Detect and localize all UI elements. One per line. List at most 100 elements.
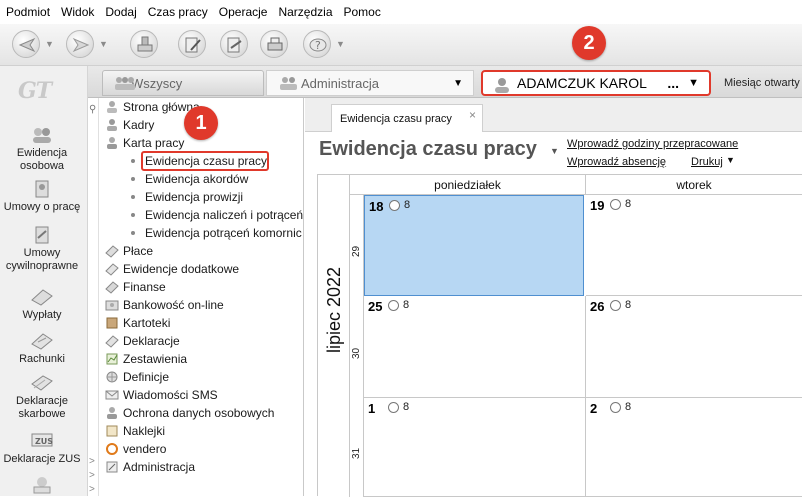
tree-item-kadry[interactable]: Kadry	[105, 116, 154, 134]
clock-icon	[388, 402, 399, 413]
nav-sms[interactable]	[0, 476, 84, 497]
help-icon: ?	[309, 38, 327, 52]
tree-item-definicje[interactable]: Definicje	[105, 368, 169, 386]
document-edit-button[interactable]	[178, 30, 206, 58]
week-number: 30	[351, 347, 362, 359]
stamp-button[interactable]	[130, 30, 158, 58]
nav-wyplaty[interactable]: Wypłaty	[0, 288, 84, 322]
tree-label: Deklaracje	[123, 334, 180, 348]
forward-dropdown-icon[interactable]: ▼	[99, 39, 108, 49]
calendar-day-cell[interactable]: 19 8	[586, 195, 802, 296]
help-dropdown-icon[interactable]: ▼	[336, 39, 345, 49]
department-select[interactable]: Administracja ▼	[266, 70, 474, 96]
close-icon[interactable]: ×	[469, 108, 476, 122]
calendar-day-cell[interactable]: 2 8	[586, 398, 802, 497]
tree-label: Ewidencja potrąceń komornic	[145, 226, 302, 240]
menu-widok[interactable]: Widok	[61, 5, 94, 19]
tree-item-bankowosc[interactable]: Bankowość on-line	[105, 296, 224, 314]
nav-label: Deklaracje ZUS	[3, 453, 81, 465]
payroll-icon	[105, 245, 119, 258]
day-number: 25	[368, 299, 383, 314]
tree-item-deklaracje[interactable]: Deklaracje	[105, 332, 180, 350]
print-link[interactable]: Drukuj	[691, 156, 723, 168]
tree-label: Administracja	[123, 460, 196, 474]
week-number: 29	[351, 245, 362, 257]
tree-item-wiadomosci-sms[interactable]: Wiadomości SMS	[105, 386, 218, 404]
menu-pomoc[interactable]: Pomoc	[344, 5, 381, 19]
back-button[interactable]	[12, 30, 40, 58]
print-dropdown-icon[interactable]: ▼	[726, 155, 735, 165]
menu-czas-pracy[interactable]: Czas pracy	[148, 5, 208, 19]
all-employees-tab[interactable]: Wszyscy	[102, 70, 264, 96]
employee-name: ADAMCZUK KAROL	[517, 75, 647, 91]
tree-item-naklejki[interactable]: Naklejki	[105, 422, 165, 440]
tax-declaration-icon	[31, 375, 53, 391]
expand-arrow-icon[interactable]: >	[89, 470, 95, 481]
tree-item-place[interactable]: Płace	[105, 242, 153, 260]
tree-item-administracja[interactable]: Administracja	[105, 458, 195, 476]
calendar-day-cell[interactable]: 18 8	[364, 195, 584, 296]
tree-item-ewidencje-dodatkowe[interactable]: Ewidencje dodatkowe	[105, 260, 239, 278]
back-dropdown-icon[interactable]: ▼	[45, 39, 54, 49]
calendar-day-cell[interactable]: 1 8	[364, 398, 586, 497]
bill-icon	[31, 333, 53, 350]
tree-item-finanse[interactable]: Finanse	[105, 278, 166, 296]
print-button[interactable]	[260, 30, 288, 58]
tree-label: Bankowość on-line	[123, 298, 224, 312]
day-number: 26	[590, 299, 605, 314]
tree-item-karta-pracy[interactable]: Karta pracy	[105, 134, 184, 152]
calendar-day-cell[interactable]: 26 8	[586, 296, 802, 398]
zus-icon: ZUS	[31, 433, 53, 447]
help-button[interactable]: ?	[303, 30, 331, 58]
tree-label: Ewidencja naliczeń i potrąceń	[145, 208, 304, 222]
tree-item-ewidencja-akordow[interactable]: Ewidencja akordów	[131, 170, 248, 188]
sticker-icon	[106, 425, 118, 437]
tab-ewidencja-czasu-pracy[interactable]: Ewidencja czasu pracy ×	[331, 104, 483, 132]
tree-item-zestawienia[interactable]: Zestawienia	[105, 350, 187, 368]
page-title[interactable]: Ewidencja czasu pracy	[319, 138, 537, 161]
menu-narzedzia[interactable]: Narzędzia	[278, 5, 332, 19]
enter-absence-link[interactable]: Wprowadź absencję	[567, 156, 666, 168]
tree-item-ewidencja-potracen[interactable]: Ewidencja potrąceń komornic	[131, 224, 302, 242]
admin-icon	[106, 461, 118, 473]
document-sign-button[interactable]	[220, 30, 248, 58]
nav-umowy-cywilnoprawne[interactable]: Umowy cywilnoprawne	[0, 226, 84, 273]
annotation-badge-1: 1	[184, 106, 218, 140]
home-icon	[107, 101, 117, 113]
civil-contract-icon	[35, 226, 49, 244]
tree-item-kartoteki[interactable]: Kartoteki	[105, 314, 170, 332]
nav-deklaracje-skarbowe[interactable]: Deklaracje skarbowe	[0, 374, 84, 421]
menu-dodaj[interactable]: Dodaj	[105, 5, 136, 19]
tree-item-ewidencja-prowizji[interactable]: Ewidencja prowizji	[131, 188, 243, 206]
tree-item-ochrona-danych[interactable]: Ochrona danych osobowych	[105, 404, 274, 422]
nav-ewidencja-osobowa[interactable]: Ewidencja osobowa	[0, 126, 84, 173]
title-dropdown-icon[interactable]: ▼	[550, 146, 559, 156]
employee-select[interactable]: ADAMCZUK KAROL ... ▼	[481, 70, 711, 96]
calendar-day-cell[interactable]: 25 8	[364, 296, 586, 398]
tree-label: Kartoteki	[123, 316, 171, 330]
clock-icon	[610, 300, 621, 311]
tree-item-ewidencja-naliczen[interactable]: Ewidencja naliczeń i potrąceń	[131, 206, 303, 224]
chevron-down-icon[interactable]: ▼	[688, 77, 699, 89]
menu-podmiot[interactable]: Podmiot	[6, 5, 50, 19]
enter-hours-link[interactable]: Wprowadź godziny przepracowane	[567, 138, 738, 150]
employee-more-button[interactable]: ...	[667, 75, 679, 91]
expand-arrow-icon[interactable]: >	[89, 456, 95, 467]
nav-deklaracje-zus[interactable]: ZUS Deklaracje ZUS	[0, 432, 84, 466]
forward-button[interactable]	[66, 30, 94, 58]
nav-umowy-o-prace[interactable]: Umowy o pracę	[0, 180, 84, 214]
pin-icon[interactable]: ⚲	[89, 104, 96, 115]
menu-operacje[interactable]: Operacje	[219, 5, 268, 19]
tree-item-vendero[interactable]: vendero	[105, 440, 166, 458]
department-icon	[280, 77, 297, 90]
nav-label: Rachunki	[19, 353, 65, 365]
bullet-icon	[131, 195, 135, 199]
department-label: Administracja	[301, 75, 380, 91]
people-icon	[107, 119, 117, 131]
printer-icon	[267, 37, 283, 51]
expand-arrow-icon[interactable]: >	[89, 484, 95, 495]
sms-icon	[105, 390, 119, 400]
nav-rachunki[interactable]: Rachunki	[0, 332, 84, 366]
chevron-down-icon[interactable]: ▼	[453, 78, 463, 89]
main-content: Ewidencja czasu pracy ▼ Wprowadź godziny…	[305, 132, 802, 497]
